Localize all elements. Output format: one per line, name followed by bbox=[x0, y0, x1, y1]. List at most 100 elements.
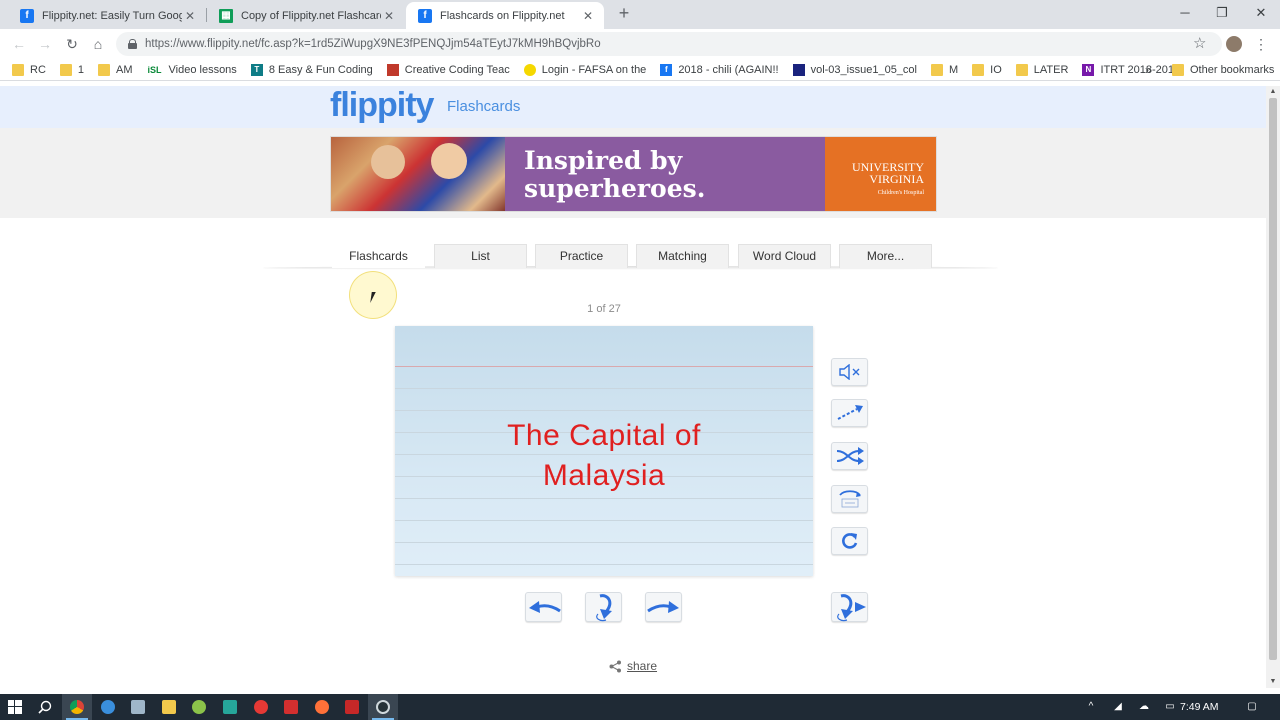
mute-button[interactable] bbox=[831, 358, 868, 386]
taskbar-clock[interactable]: 7:49 AM bbox=[1180, 694, 1219, 720]
share-link[interactable]: share bbox=[609, 659, 657, 673]
bookmark-item[interactable]: RC bbox=[12, 63, 46, 76]
tab-matching[interactable]: Matching bbox=[636, 244, 729, 268]
bookmark-item[interactable]: N ITRT 2018-2019 bbox=[1082, 63, 1181, 76]
bookmark-label: ITRT 2018-2019 bbox=[1100, 63, 1181, 76]
bookmark-item[interactable]: f 2018 - chili (AGAIN!! bbox=[660, 63, 779, 76]
taskbar-app[interactable] bbox=[184, 694, 214, 720]
bookmark-label: 2018 - chili (AGAIN!! bbox=[678, 63, 779, 76]
next-card-button[interactable] bbox=[645, 592, 682, 622]
close-window-icon[interactable]: ✕ bbox=[1242, 0, 1280, 28]
new-tab-icon[interactable]: + bbox=[614, 4, 634, 24]
taskbar-chrome[interactable] bbox=[62, 694, 92, 720]
bookmark-item[interactable]: LATER bbox=[1015, 63, 1068, 76]
auto-play-icon bbox=[837, 405, 863, 420]
banner-photo-figure bbox=[371, 145, 405, 179]
bookmark-item[interactable]: IO bbox=[972, 63, 1002, 76]
browser-menu-icon[interactable]: ⋮ bbox=[1254, 34, 1268, 54]
browser-tab-1[interactable]: ▦ Copy of Flippity.net Flashcards Te ✕ bbox=[207, 2, 405, 29]
scroll-up-icon[interactable]: ▲ bbox=[1269, 88, 1277, 96]
bookmark-item[interactable]: vol-03_issue1_05_col bbox=[792, 63, 917, 76]
scroll-down-icon[interactable]: ▼ bbox=[1269, 678, 1277, 686]
flip-all-button[interactable] bbox=[831, 592, 868, 622]
browser-tab-strip: f Flippity.net: Easily Turn Google S ✕ ▦… bbox=[0, 0, 1280, 29]
card-ruled-line bbox=[395, 542, 813, 543]
folder-icon bbox=[1172, 64, 1184, 76]
taskbar-app[interactable] bbox=[215, 694, 245, 720]
address-bar[interactable]: https://www.flippity.net/fc.asp?k=1rd5Zi… bbox=[116, 32, 1222, 56]
close-tab-icon[interactable]: ✕ bbox=[381, 9, 397, 23]
browser-tab-2-active[interactable]: f Flashcards on Flippity.net ✕ bbox=[406, 2, 604, 29]
start-button[interactable] bbox=[0, 694, 30, 720]
taskbar-file-explorer[interactable] bbox=[154, 694, 184, 720]
bookmark-item[interactable]: AM bbox=[98, 63, 133, 76]
close-tab-icon[interactable]: ✕ bbox=[580, 9, 596, 23]
code-icon bbox=[386, 63, 399, 76]
reload-icon[interactable]: ↻ bbox=[61, 33, 83, 55]
taskbar-app[interactable] bbox=[276, 694, 306, 720]
restore-icon[interactable]: ❐ bbox=[1203, 0, 1241, 28]
switch-sides-icon bbox=[838, 490, 861, 508]
taskbar-app[interactable] bbox=[368, 694, 398, 720]
windows-start-icon bbox=[8, 700, 22, 714]
app-icon bbox=[254, 700, 268, 714]
minimize-icon[interactable]: ─ bbox=[1166, 0, 1204, 28]
flashcard[interactable]: The Capital of Malaysia bbox=[395, 326, 813, 576]
network-icon[interactable]: ◢ bbox=[1112, 701, 1124, 713]
bookmark-star-icon[interactable]: ☆ bbox=[1193, 33, 1211, 55]
tab-flashcards[interactable]: Flashcards bbox=[332, 244, 425, 268]
ad-banner[interactable]: Inspired by superheroes. UNIVERSITY VIRG… bbox=[330, 136, 937, 212]
card-counter: 1 of 27 bbox=[587, 303, 621, 315]
previous-card-button[interactable] bbox=[525, 592, 562, 622]
restart-button[interactable] bbox=[831, 527, 868, 555]
autoplay-button[interactable] bbox=[831, 399, 868, 427]
back-icon[interactable]: ← bbox=[8, 33, 30, 55]
home-icon[interactable]: ⌂ bbox=[87, 33, 109, 55]
onedrive-icon[interactable]: ☁ bbox=[1138, 701, 1150, 713]
restart-icon bbox=[841, 533, 857, 549]
bookmark-item[interactable]: M bbox=[931, 63, 958, 76]
flip-card-button[interactable] bbox=[585, 592, 622, 622]
app-icon bbox=[345, 700, 359, 714]
switch-sides-button[interactable] bbox=[831, 485, 868, 513]
header-title[interactable]: Flashcards bbox=[447, 98, 520, 115]
card-ruled-line bbox=[395, 564, 813, 565]
taskbar-app[interactable] bbox=[337, 694, 367, 720]
battery-icon[interactable]: ▭ bbox=[1164, 701, 1176, 713]
page-scrollbar[interactable]: ▲ ▼ bbox=[1266, 86, 1280, 688]
search-button[interactable] bbox=[30, 694, 60, 720]
flip-all-icon bbox=[836, 594, 866, 622]
bookmark-item[interactable]: 1 bbox=[59, 63, 84, 76]
bookmark-label: Video lessons bbox=[168, 63, 237, 76]
tray-overflow-icon[interactable]: ^ bbox=[1085, 701, 1097, 713]
teal-t-icon: T bbox=[250, 63, 263, 76]
close-tab-icon[interactable]: ✕ bbox=[182, 9, 198, 23]
bookmark-item[interactable]: Login - FAFSA on the bbox=[523, 63, 646, 76]
bookmark-label: AM bbox=[116, 63, 133, 76]
taskbar-edge[interactable] bbox=[93, 694, 123, 720]
tab-more[interactable]: More... bbox=[839, 244, 932, 268]
bookmarks-overflow-button[interactable]: » bbox=[1145, 59, 1152, 81]
scrollbar-thumb[interactable] bbox=[1269, 98, 1277, 660]
shuffle-button[interactable] bbox=[831, 442, 868, 470]
browser-tab-0[interactable]: f Flippity.net: Easily Turn Google S ✕ bbox=[8, 2, 206, 29]
bookmark-item[interactable]: Creative Coding Teac bbox=[386, 63, 510, 76]
taskbar-app[interactable] bbox=[246, 694, 276, 720]
bookmark-item[interactable]: iSL Video lessons bbox=[147, 64, 237, 76]
taskbar-app[interactable] bbox=[123, 694, 153, 720]
bookmark-label: RC bbox=[30, 63, 46, 76]
bookmark-item[interactable]: T 8 Easy & Fun Coding bbox=[250, 63, 373, 76]
tab-word-cloud[interactable]: Word Cloud bbox=[738, 244, 831, 268]
profile-avatar[interactable] bbox=[1226, 36, 1242, 52]
onenote-icon: N bbox=[1082, 63, 1095, 76]
flippity-logo[interactable]: flippity bbox=[330, 86, 434, 126]
tab-practice[interactable]: Practice bbox=[535, 244, 628, 268]
taskbar-firefox[interactable] bbox=[307, 694, 337, 720]
share-label[interactable]: share bbox=[627, 659, 657, 673]
edge-icon bbox=[101, 700, 115, 714]
card-ruled-line bbox=[395, 498, 813, 499]
forward-icon[interactable]: → bbox=[34, 33, 56, 55]
tab-list[interactable]: List bbox=[434, 244, 527, 268]
other-bookmarks[interactable]: Other bookmarks bbox=[1172, 59, 1274, 81]
notifications-icon[interactable]: ▢ bbox=[1246, 701, 1258, 713]
